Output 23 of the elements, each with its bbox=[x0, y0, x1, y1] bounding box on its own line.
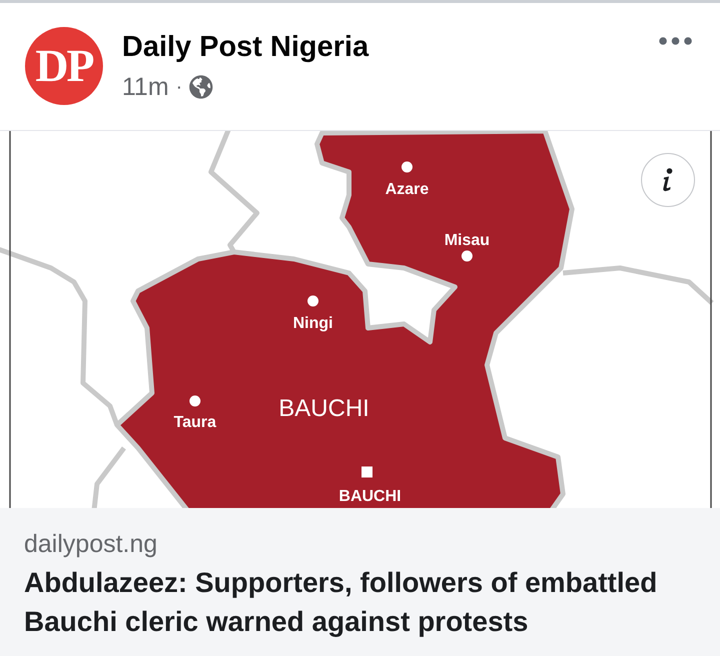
info-icon bbox=[662, 168, 674, 192]
map-label: BAUCHI bbox=[338, 488, 402, 505]
page-name[interactable]: Daily Post Nigeria bbox=[122, 31, 369, 63]
separator-dot: · bbox=[176, 75, 182, 100]
map-label: Ningi bbox=[293, 315, 333, 332]
more-icon bbox=[659, 37, 692, 45]
globe-icon bbox=[189, 75, 214, 99]
post-time[interactable]: 11m bbox=[122, 73, 169, 101]
map-label: BAUCHI bbox=[278, 395, 370, 422]
link-domain: dailypost.ng bbox=[24, 529, 158, 559]
town-dot-icon bbox=[402, 162, 412, 172]
town-dot-icon bbox=[308, 296, 318, 306]
map-label: Misau bbox=[444, 232, 490, 249]
page-logo[interactable]: DP bbox=[25, 27, 103, 105]
map-label: Taura bbox=[174, 414, 216, 431]
capital-square-icon bbox=[362, 466, 372, 478]
town-dot-icon bbox=[462, 250, 472, 262]
town-dot-icon bbox=[190, 396, 200, 406]
link-caption-panel[interactable]: dailypost.ng Abdulazeez: Supporters, followers of embattled Bauchi cleric warned against protests bbox=[0, 508, 720, 656]
info-button[interactable] bbox=[641, 153, 695, 207]
link-title: Abdulazeez: Supporters, followers of embattled Bauchi cleric warned against protests bbox=[24, 566, 658, 639]
map-label: Azare bbox=[385, 181, 429, 198]
more-button[interactable] bbox=[659, 37, 692, 45]
